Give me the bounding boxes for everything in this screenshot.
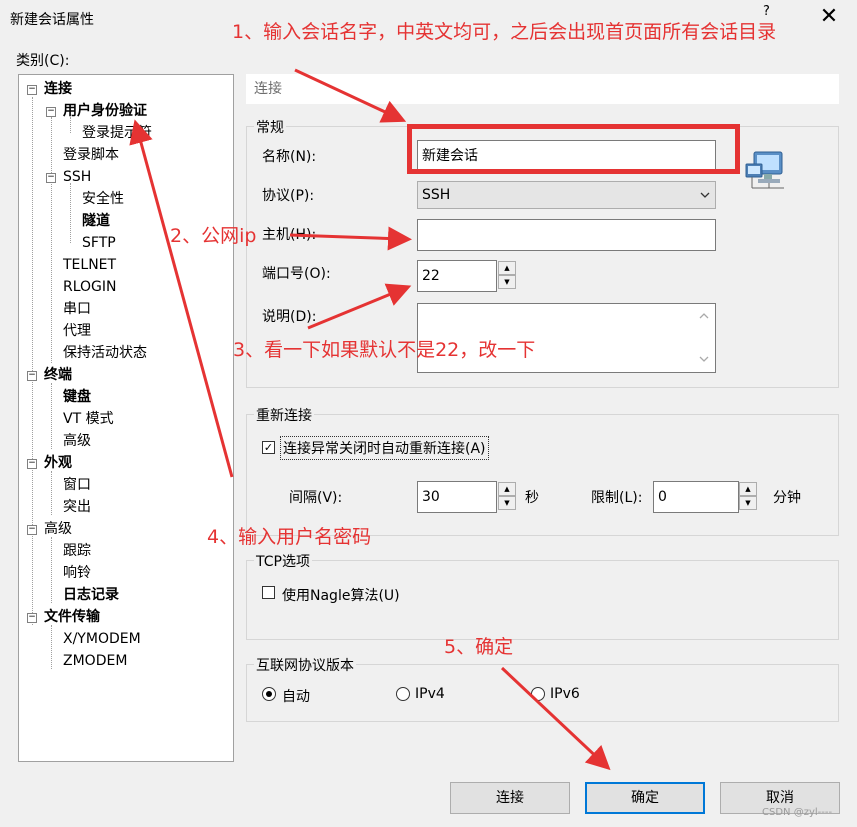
tree-item-advanced[interactable]: 高级	[44, 520, 72, 538]
spin-up-icon[interactable]: ▲	[498, 482, 516, 496]
ipv6-label[interactable]: IPv6	[550, 686, 580, 702]
tree-line	[51, 383, 52, 449]
ipv6-radio[interactable]	[531, 687, 545, 701]
interval-spinner[interactable]: ▲ ▼	[498, 482, 516, 512]
collapse-icon[interactable]: −	[27, 525, 37, 535]
session-computer-icon	[745, 151, 784, 189]
close-button[interactable]: ✕	[818, 4, 840, 30]
collapse-icon[interactable]: −	[46, 107, 56, 117]
annotation-2: 2、公网ip	[170, 225, 257, 247]
collapse-icon[interactable]: −	[46, 173, 56, 183]
auto-reconnect-label[interactable]: 连接异常关闭时自动重新连接(A)	[280, 436, 489, 460]
limit-label: 限制(L):	[591, 490, 643, 506]
tree-item-keyboard[interactable]: 键盘	[63, 388, 91, 406]
tree-item-login-prompt[interactable]: 登录提示符	[82, 124, 152, 142]
nagle-label[interactable]: 使用Nagle算法(U)	[282, 585, 400, 605]
spin-up-icon[interactable]: ▲	[498, 261, 516, 275]
host-label: 主机(H):	[262, 227, 317, 243]
collapse-icon[interactable]: −	[27, 613, 37, 623]
ipv4-radio[interactable]	[396, 687, 410, 701]
spin-up-icon[interactable]: ▲	[739, 482, 757, 496]
limit-unit: 分钟	[773, 490, 801, 506]
ok-button[interactable]: 确定	[585, 782, 705, 814]
tree-item-appearance[interactable]: 外观	[44, 454, 72, 472]
interval-input[interactable]: 30	[417, 481, 497, 513]
spin-down-icon[interactable]: ▼	[498, 496, 516, 510]
reconnect-group-title: 重新连接	[254, 405, 314, 425]
interval-unit: 秒	[525, 490, 539, 506]
collapse-icon[interactable]: −	[27, 371, 37, 381]
tree-item-keepalive[interactable]: 保持活动状态	[63, 344, 147, 362]
tcp-group-title: TCP选项	[254, 551, 312, 571]
tree-line	[70, 183, 71, 243]
spin-down-icon[interactable]: ▼	[498, 275, 516, 289]
tree-line	[51, 117, 52, 363]
tree-item-rlogin[interactable]: RLOGIN	[63, 278, 117, 296]
tree-item-login-script[interactable]: 登录脚本	[63, 146, 119, 164]
annotation-5: 5、确定	[444, 636, 514, 658]
ipv4-label[interactable]: IPv4	[415, 686, 445, 702]
tree-item-auth[interactable]: 用户身份验证	[63, 102, 147, 120]
tree-item-zmodem[interactable]: ZMODEM	[63, 652, 127, 670]
panel-header: 连接	[246, 74, 839, 104]
limit-spinner[interactable]: ▲ ▼	[739, 482, 757, 512]
tree-item-ssh[interactable]: SSH	[63, 168, 91, 186]
port-label: 端口号(O):	[262, 266, 331, 282]
nagle-checkbox[interactable]	[262, 586, 275, 599]
tree-line	[51, 537, 52, 603]
tree-item-logging[interactable]: 日志记录	[63, 586, 119, 604]
tree-item-connection[interactable]: 连接	[44, 80, 72, 98]
scroll-up-icon[interactable]	[699, 312, 709, 319]
host-input[interactable]	[417, 219, 716, 251]
interval-label: 间隔(V):	[289, 490, 343, 506]
general-group-title: 常规	[254, 117, 286, 137]
limit-input[interactable]: 0	[653, 481, 739, 513]
tree-item-tunnel[interactable]: 隧道	[82, 212, 110, 230]
port-input[interactable]: 22	[417, 260, 497, 292]
protocol-label: 协议(P):	[262, 188, 315, 204]
port-spinner[interactable]: ▲ ▼	[498, 261, 516, 291]
annotation-1: 1、输入会话名字，中英文均可，之后会出现首页面所有会话目录	[232, 21, 777, 43]
chevron-down-icon	[700, 192, 710, 198]
auto-reconnect-checkbox[interactable]: ✓	[262, 441, 275, 454]
name-label: 名称(N):	[262, 149, 317, 165]
spin-down-icon[interactable]: ▼	[739, 496, 757, 510]
tree-item-security[interactable]: 安全性	[82, 190, 124, 208]
tree-line	[32, 97, 33, 625]
tree-item-terminal-advanced[interactable]: 高级	[63, 432, 91, 450]
tree-item-proxy[interactable]: 代理	[63, 322, 91, 340]
category-label: 类别(C):	[16, 53, 70, 69]
ip-auto-label[interactable]: 自动	[282, 686, 310, 706]
connect-button[interactable]: 连接	[450, 782, 570, 814]
collapse-icon[interactable]: −	[27, 85, 37, 95]
tree-item-vt-mode[interactable]: VT 模式	[63, 410, 114, 428]
tree-item-highlight[interactable]: 突出	[63, 498, 91, 516]
tree-item-xymodem[interactable]: X/YMODEM	[63, 630, 141, 648]
reconnect-group	[246, 414, 839, 536]
tree-item-sftp[interactable]: SFTP	[82, 234, 116, 252]
protocol-select[interactable]: SSH	[417, 181, 716, 209]
tree-item-terminal[interactable]: 终端	[44, 366, 72, 384]
collapse-icon[interactable]: −	[27, 459, 37, 469]
tree-item-telnet[interactable]: TELNET	[63, 256, 116, 274]
scroll-down-icon[interactable]	[699, 356, 709, 363]
category-tree[interactable]: − − − − − − − 连接 用户身份验证 登录提示符 登录脚本 SSH 安…	[18, 74, 234, 762]
tree-item-serial[interactable]: 串口	[63, 300, 91, 318]
protocol-value: SSH	[422, 187, 451, 203]
tree-item-bell[interactable]: 响铃	[63, 564, 91, 582]
name-highlight-box	[407, 124, 740, 174]
description-label: 说明(D):	[262, 309, 317, 325]
watermark: CSDN @zyl----	[762, 807, 833, 818]
window-title: 新建会话属性	[10, 12, 94, 28]
tree-item-file-transfer[interactable]: 文件传输	[44, 608, 100, 626]
annotation-3: 3、看一下如果默认不是22，改一下	[233, 339, 536, 361]
ip-version-group-title: 互联网协议版本	[254, 655, 356, 675]
tree-line	[51, 625, 52, 669]
tree-item-trace[interactable]: 跟踪	[63, 542, 91, 560]
ip-auto-radio[interactable]	[262, 687, 276, 701]
tree-line	[51, 471, 52, 515]
tree-item-window[interactable]: 窗口	[63, 476, 91, 494]
annotation-4: 4、输入用户名密码	[207, 526, 372, 548]
